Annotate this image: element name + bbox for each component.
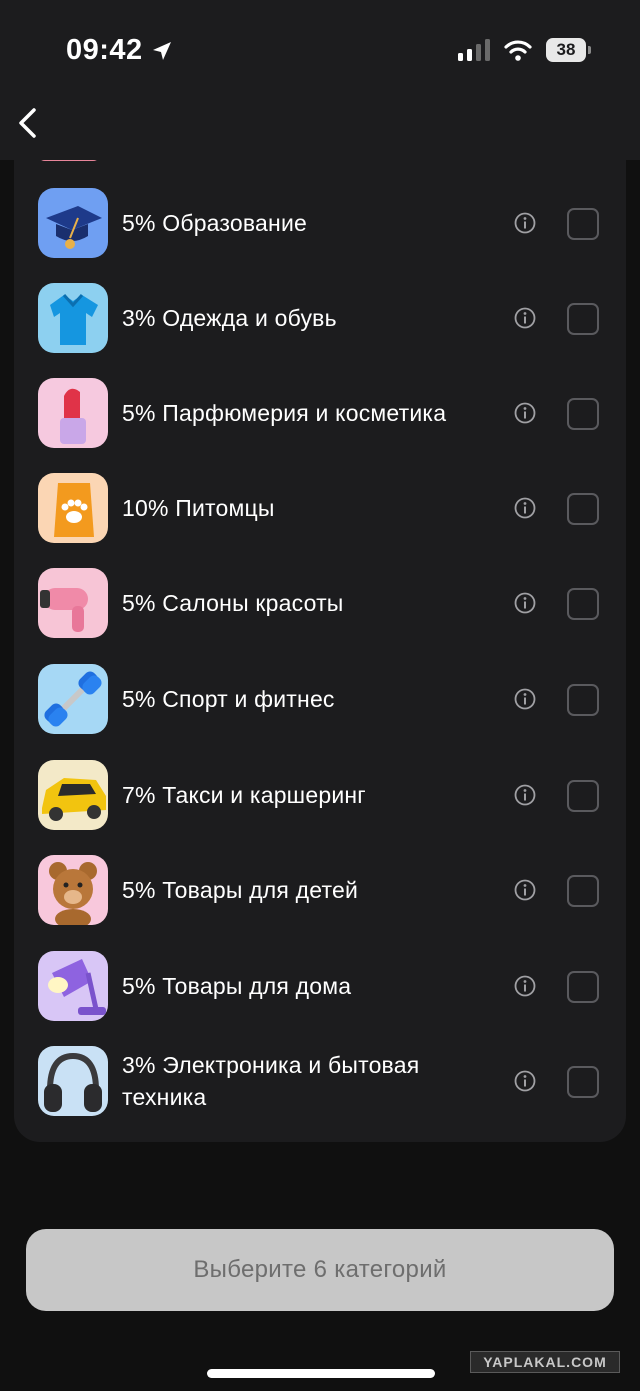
graduation-cap-icon [38, 188, 108, 258]
info-icon[interactable] [514, 784, 536, 806]
info-icon[interactable] [514, 975, 536, 997]
status-indicators: 38 [458, 38, 591, 62]
home-indicator[interactable] [207, 1369, 435, 1378]
category-label: 5% Товары для детей [122, 877, 358, 903]
category-row[interactable]: 3% Одежда и обувь [14, 283, 626, 378]
pet-food-bag-icon [38, 473, 108, 543]
hair-dryer-icon [38, 568, 108, 638]
category-label: 7% Такси и каршеринг [122, 782, 366, 808]
info-icon[interactable] [514, 497, 536, 519]
info-icon[interactable] [514, 592, 536, 614]
category-label: 5% Товары для дома [122, 973, 352, 999]
category-checkbox[interactable] [567, 303, 599, 335]
taxi-car-icon [38, 760, 108, 830]
status-time: 09:42 [66, 34, 173, 67]
category-label: 5% Салоны красоты [122, 590, 344, 616]
category-checkbox[interactable] [567, 971, 599, 1003]
category-checkbox[interactable] [567, 875, 599, 907]
screen: 09:42 38 5% Образование 3% Одежда и обув… [0, 0, 640, 1391]
category-checkbox[interactable] [567, 208, 599, 240]
category-label: 3% Одежда и обувь [122, 305, 337, 331]
category-checkbox[interactable] [567, 398, 599, 430]
category-checkbox[interactable] [567, 780, 599, 812]
battery-level: 38 [556, 40, 576, 59]
dumbbell-icon [38, 664, 108, 734]
polo-shirt-icon [38, 283, 108, 353]
category-label: 3% Электроника и бытовая техника [122, 1052, 420, 1110]
teddy-bear-icon [38, 855, 108, 925]
category-row[interactable]: 5% Парфюмерия и косметика [14, 378, 626, 473]
headphones-icon [38, 1046, 108, 1116]
category-checkbox[interactable] [567, 684, 599, 716]
select-categories-button[interactable]: Выберите 6 категорий [26, 1229, 614, 1311]
category-checkbox[interactable] [567, 1066, 599, 1098]
info-icon[interactable] [514, 402, 536, 424]
watermark: YAPLAKAL.COM [470, 1351, 620, 1373]
category-row[interactable]: 3% Электроника и бытовая техника [14, 1046, 626, 1141]
category-row[interactable]: 5% Товары для детей [14, 855, 626, 950]
category-checkbox[interactable] [567, 588, 599, 620]
category-label: 5% Парфюмерия и косметика [122, 400, 447, 426]
category-row[interactable]: 7% Такси и каршеринг [14, 760, 626, 855]
cellular-signal-icon [458, 39, 490, 61]
info-icon[interactable] [514, 879, 536, 901]
status-time-text: 09:42 [66, 34, 143, 66]
status-and-nav-bar: 09:42 38 [0, 0, 640, 160]
info-icon[interactable] [514, 307, 536, 329]
wifi-icon [504, 40, 532, 61]
chevron-left-icon[interactable] [12, 106, 46, 140]
category-row[interactable]: 5% Спорт и фитнес [14, 664, 626, 759]
category-label: 10% Питомцы [122, 495, 275, 521]
info-icon[interactable] [514, 1070, 536, 1092]
category-label: 5% Спорт и фитнес [122, 686, 335, 712]
category-row[interactable]: 10% Питомцы [14, 473, 626, 568]
category-label: 5% Образование [122, 210, 307, 236]
category-row[interactable]: 5% Образование [14, 188, 626, 283]
category-checkbox[interactable] [567, 493, 599, 525]
desk-lamp-icon [38, 951, 108, 1021]
info-icon[interactable] [514, 688, 536, 710]
info-icon[interactable] [514, 212, 536, 234]
category-row[interactable]: 5% Товары для дома [14, 951, 626, 1046]
battery-icon: 38 [546, 38, 591, 62]
lipstick-icon [38, 378, 108, 448]
location-arrow-icon [152, 41, 171, 60]
category-row[interactable]: 5% Салоны красоты [14, 568, 626, 663]
